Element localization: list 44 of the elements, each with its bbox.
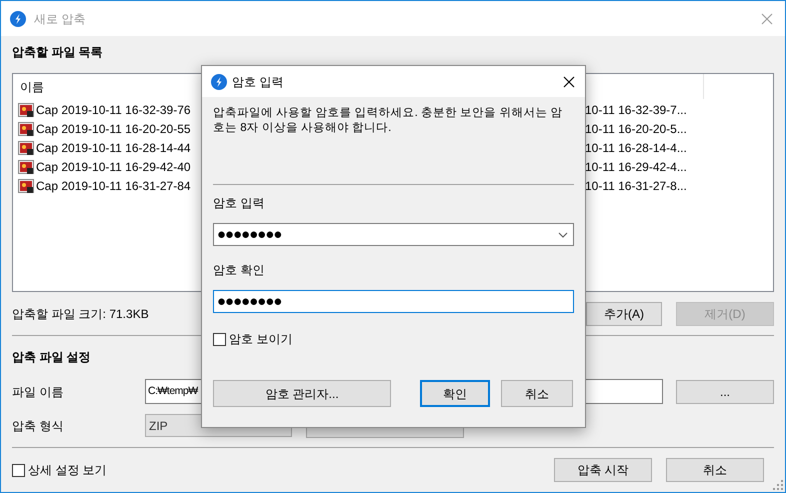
footer-button[interactable]: 취소 (666, 458, 764, 482)
app-icon (211, 74, 227, 90)
password-field[interactable]: ●●●●●●●● (213, 290, 574, 313)
image-file-icon (18, 178, 34, 194)
checkbox[interactable] (12, 464, 25, 476)
field-label: 파일 이름 (12, 384, 64, 400)
file-name[interactable]: Cap 2019-10-11 16-31-27-84 (36, 176, 191, 194)
file-name[interactable]: Cap 2019-10-11 16-28-14-44 (36, 138, 191, 156)
file-name[interactable]: 10-11 16-32-39-7... (585, 100, 687, 118)
field-label: 암호 입력 (213, 195, 266, 211)
dialog-button[interactable]: 암호 관리자... (213, 380, 391, 407)
footer-button[interactable]: 압축 시작 (554, 458, 652, 482)
file-name[interactable]: 10-11 16-29-42-4... (585, 158, 687, 176)
browse-button[interactable]: ... (676, 380, 774, 404)
resize-grip-icon[interactable] (773, 480, 783, 490)
column-header[interactable]: 이름 (13, 78, 44, 96)
window-title: 새로 압축 (34, 10, 86, 28)
close-icon[interactable] (562, 74, 576, 88)
file-name[interactable]: 10-11 16-28-14-4... (585, 138, 687, 156)
file-name[interactable]: 10-11 16-20-20-5... (585, 120, 687, 138)
dialog-button[interactable]: 취소 (501, 380, 573, 407)
image-file-icon (18, 120, 34, 136)
file-size-text: 압축할 파일 크기: 71.3KB (12, 306, 149, 323)
image-file-icon (18, 102, 34, 118)
file-name[interactable]: Cap 2019-10-11 16-29-42-40 (36, 158, 191, 176)
list-button[interactable]: 추가(A) (586, 302, 662, 326)
file-name[interactable]: Cap 2019-10-11 16-20-20-55 (36, 120, 191, 138)
checkbox-label: 암호 보이기 (229, 331, 292, 348)
dialog-title: 암호 입력 (232, 74, 284, 90)
checkbox-label: 상세 설정 보기 (28, 462, 107, 479)
section-title: 압축 파일 설정 (12, 349, 92, 365)
app-icon (10, 10, 26, 26)
password-combobox[interactable]: ●●●●●●●● (213, 223, 574, 246)
file-name[interactable]: 10-11 16-31-27-8... (585, 176, 687, 194)
image-file-icon (18, 158, 34, 174)
message-text: 압축파일에 사용할 암호를 입력하세요. 충분한 보안을 위해서는 암호는 8자 이상을 사용해야 합니다. (213, 106, 564, 136)
file-name[interactable]: Cap 2019-10-11 16-32-39-76 (36, 100, 191, 118)
field-label: 압축 형식 (12, 418, 64, 434)
checkbox[interactable] (213, 332, 226, 346)
dialog-button[interactable]: 확인 (420, 380, 490, 407)
section-title: 압축할 파일 목록 (12, 44, 104, 60)
chevron-down-icon[interactable] (558, 232, 568, 238)
field-label: 암호 확인 (213, 262, 266, 278)
image-file-icon (18, 140, 34, 156)
